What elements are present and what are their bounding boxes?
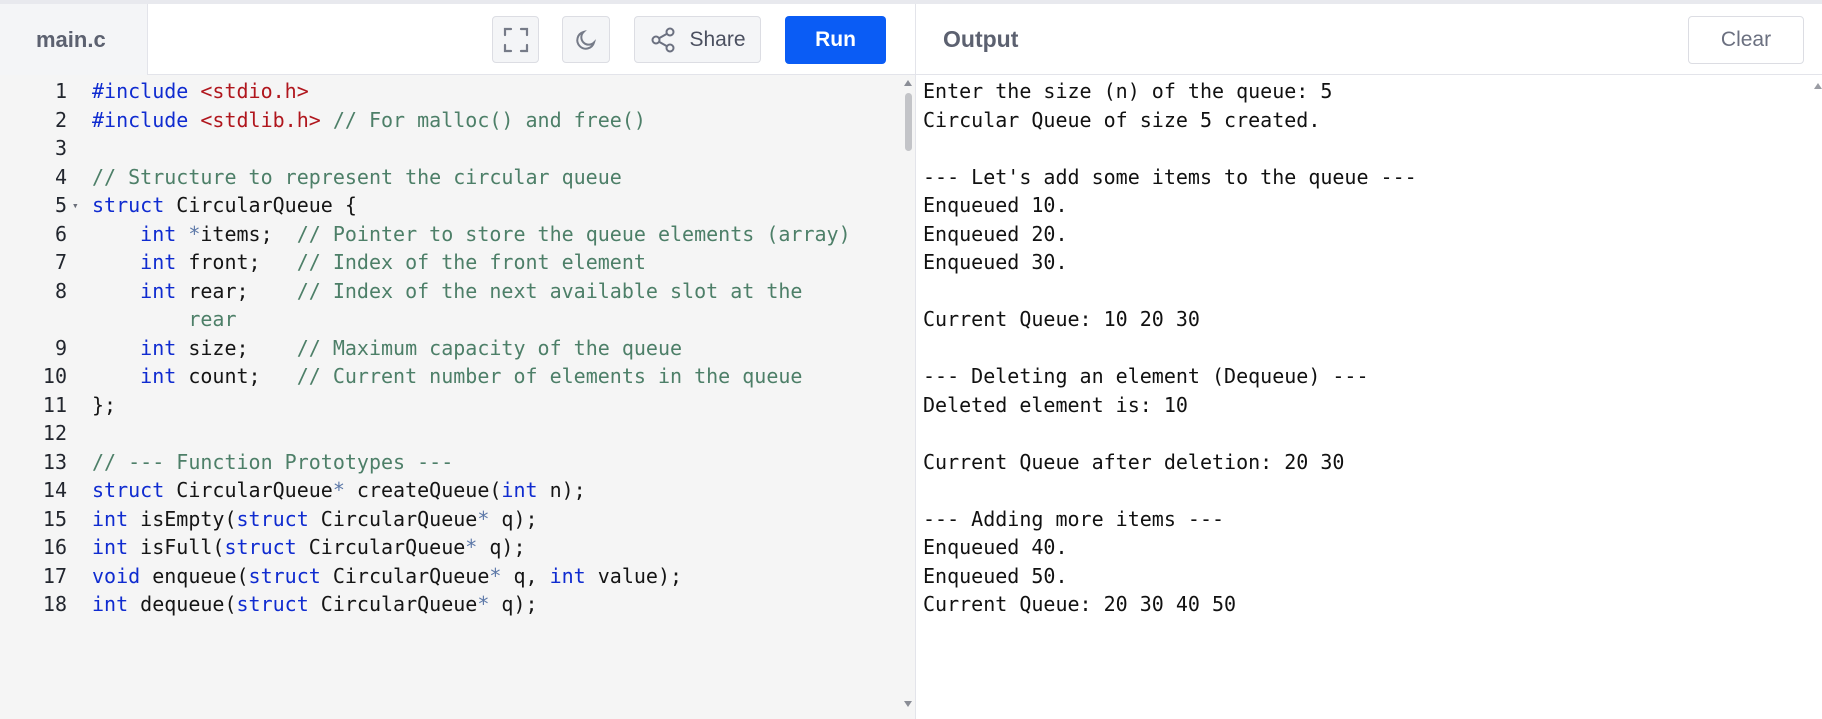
code-token: front; [176,250,297,274]
code-token: int [140,335,177,360]
code-token: // --- Function Prototypes --- [92,449,454,474]
code-token: // Maximum capacity of the queue [296,335,683,360]
code-token: struct [224,535,297,559]
fullscreen-button[interactable] [492,16,539,63]
line-number: 18 [42,592,67,616]
code-token: isFull( [128,535,225,559]
code-token: * [188,221,201,246]
share-button[interactable]: Share [634,16,761,63]
code-token: int [549,563,586,588]
pane-divider-top [915,4,916,75]
code-token: struct [248,563,321,588]
scroll-down-arrow-icon[interactable] [904,701,912,707]
code-token: <stdlib.h> [200,107,321,132]
code-token: * [332,478,345,502]
code-token: #include [92,107,201,132]
dark-mode-toggle[interactable] [562,16,610,63]
output-line: Current Queue: 20 30 40 50 [923,592,1237,616]
code-token: dequeue( [128,592,237,616]
code-text: int dequeue(struct CircularQueue* q); [92,588,538,621]
code-token: <stdio.h> [200,79,309,103]
top-toolbar: main.c Share Run Output Clear [0,0,1822,75]
code-editor[interactable]: 1 #include <stdio.h> 2 #include <stdlib.h> … [0,75,915,719]
code-token: int [140,221,177,246]
clear-label: Clear [1720,28,1772,51]
code-token: items; [200,221,297,246]
code-token: int [140,364,177,388]
output-line: Deleted element is: 10 [923,392,1188,417]
code-token: int [501,478,538,502]
code-token: rear [92,307,237,331]
code-token: }; [92,392,117,417]
code-token: count; [176,364,297,388]
scrollbar-thumb[interactable] [905,93,912,151]
code-token: * [477,506,490,531]
code-line[interactable]: 18 int dequeue(struct CircularQueue* q); [0,588,900,621]
code-token: int [92,535,129,559]
fullscreen-icon [503,27,528,52]
output-line: Circular Queue of size 5 created. [923,107,1321,132]
code-token: struct [236,506,309,531]
clear-button[interactable]: Clear [1688,16,1804,64]
code-token: size; [176,335,297,360]
output-title: Output [943,26,1019,52]
output-line: Current Queue after deletion: 20 30 [923,449,1345,474]
code-token: createQueue( [344,478,502,502]
code-token: isEmpty( [128,506,237,531]
code-token: CircularQueue [164,478,333,502]
file-tab-label: main.c [36,26,106,52]
code-token: int [140,250,177,274]
output-line: Enqueued 30. [923,250,1068,274]
code-token: CircularQueue [296,535,466,559]
code-token: // Index of the front element [296,250,646,274]
code-token: CircularQueue [320,563,490,588]
code-token: int [92,506,129,531]
code-token: CircularQueue [308,506,478,531]
code-token: q); [489,506,538,531]
share-label: Share [689,27,746,51]
code-token: n); [537,478,586,502]
code-token: q); [477,535,526,559]
code-token: CircularQueue [308,592,478,616]
code-token: // Current number of elements in the que… [296,364,803,388]
code-token: * [489,563,502,588]
code-token: q); [489,592,538,616]
code-token: struct [92,478,165,502]
code-token: // Pointer to store the queue elements (… [296,221,851,246]
code-token: rear; [176,278,297,303]
share-icon [651,27,675,52]
editor-scrollbar[interactable] [902,75,915,719]
run-label: Run [815,28,856,51]
code-token: // Index of the next available slot at t… [296,278,803,303]
output-console: Enter the size (n) of the queue: 5 Circul… [916,75,1822,719]
output-line: Current Queue: 10 20 30 [923,307,1200,331]
code-token: q, [501,563,550,588]
output-scroll-up-icon[interactable] [1814,83,1822,89]
code-token: // For malloc() and free() [320,107,646,132]
code-token: void [92,563,141,588]
run-button[interactable]: Run [785,16,886,64]
code-token: #include [92,79,201,103]
code-token: * [477,592,490,616]
code-token: int [92,592,129,616]
code-token: * [465,535,478,559]
code-token: enqueue( [140,563,249,588]
scroll-up-arrow-icon[interactable] [904,80,912,86]
code-token: struct [236,592,309,616]
moon-icon [576,29,597,50]
code-token: int [140,278,177,303]
file-tab-main-c[interactable]: main.c [0,4,148,75]
code-token: struct [92,193,165,217]
code-token: CircularQueue { [164,193,357,217]
code-token: // Structure to represent the circular q… [92,164,622,189]
code-token: value); [585,563,683,588]
